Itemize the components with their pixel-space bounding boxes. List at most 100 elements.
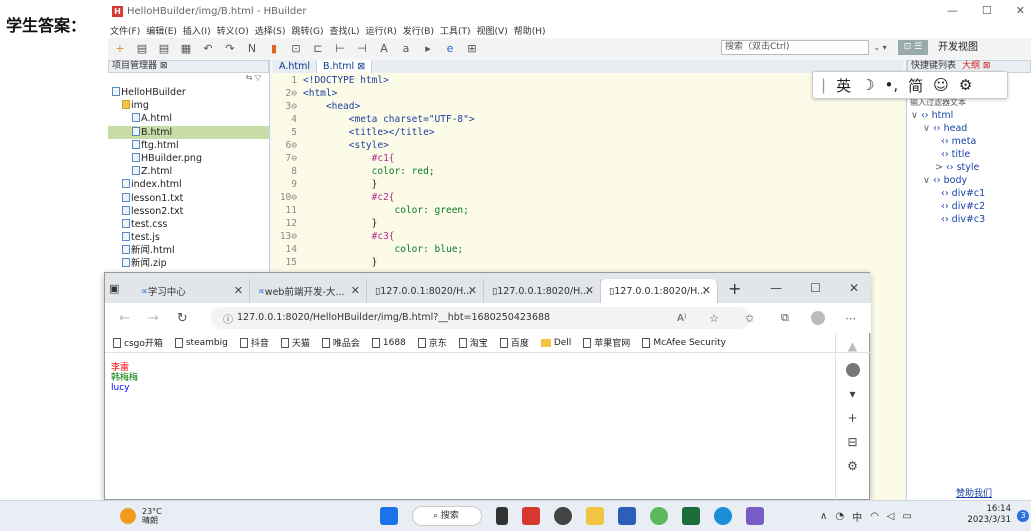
simplified-toggle[interactable]: 简 <box>908 75 923 96</box>
favorite-item[interactable]: Dell <box>540 338 571 348</box>
explorer-toolbar[interactable]: ⇆ ▽ <box>108 73 269 85</box>
save-icon[interactable]: ▤ <box>136 42 148 55</box>
format-icon[interactable]: N <box>246 42 258 55</box>
notification-badge[interactable]: 3 <box>1017 510 1029 522</box>
search-dropdown-icon[interactable]: ⌄ ▾ <box>870 40 890 55</box>
weather-widget[interactable]: 23°C 晴朗 <box>120 507 162 525</box>
favorite-item[interactable]: 唯品会 <box>321 336 360 349</box>
url-input[interactable]: 127.0.0.1:8020/HelloHBuilder/img/B.html?… <box>211 307 751 329</box>
tab-close-icon[interactable]: ✕ <box>585 284 594 297</box>
sidebar-app-icon[interactable] <box>845 363 860 377</box>
ime-handle[interactable]: | <box>821 76 826 94</box>
profile-avatar[interactable] <box>811 311 825 325</box>
taskbar-search[interactable]: ⌕ 搜索 <box>412 506 482 526</box>
browser-tab[interactable]: ▯ 127.0.0.1:8020/H... ✕ <box>484 279 601 303</box>
battery-icon[interactable]: ▭ <box>903 511 912 522</box>
menu-item[interactable]: 文件(F) <box>110 24 140 37</box>
file-tree-item[interactable]: lesson2.txt <box>108 205 269 218</box>
insert-icon[interactable]: ⊡ <box>290 42 302 55</box>
file-tree-item[interactable]: Z.html <box>108 165 269 178</box>
menu-item[interactable]: 选择(S) <box>255 24 286 37</box>
sidebar-settings-icon[interactable]: ⚙ <box>847 459 858 473</box>
new-file-icon[interactable]: + <box>114 42 126 55</box>
file-tree-item[interactable]: test.js <box>108 231 269 244</box>
editor-tab[interactable]: A.html <box>273 60 317 73</box>
dev-view-label[interactable]: 开发视图 <box>938 40 978 55</box>
windows-start-icon[interactable] <box>380 507 398 525</box>
moon-icon[interactable]: ☽ <box>861 76 874 94</box>
task-view-icon[interactable] <box>496 507 508 525</box>
pycharm-icon[interactable] <box>682 507 700 525</box>
font-smaller-icon[interactable]: a <box>400 42 412 55</box>
editor-tab[interactable]: B.html ⊠ <box>317 60 373 73</box>
favorite-item[interactable]: csgo开箱 <box>113 336 163 349</box>
run-icon[interactable]: ▸ <box>422 42 434 55</box>
settings-gear-icon[interactable]: ⚙ <box>959 76 972 94</box>
favorite-item[interactable]: 1688 <box>371 337 406 348</box>
browser-tab[interactable]: ∝ web前端开发-大... ✕ <box>250 279 367 303</box>
favorite-item[interactable]: 京东 <box>417 336 447 349</box>
sidebar-dropdown-icon[interactable]: ▾ <box>849 387 855 401</box>
file-tree-item[interactable]: ftg.html <box>108 139 269 152</box>
outline-item[interactable]: ‹› meta <box>907 135 1031 148</box>
code-area[interactable]: 1 <!DOCTYPE html> 2⊖ <html> 3⊖ <head> 4 <meta… <box>273 74 903 269</box>
menu-item[interactable]: 帮助(H) <box>514 24 546 37</box>
menu-item[interactable]: 工具(T) <box>440 24 471 37</box>
volume-icon[interactable]: ◁ <box>887 511 895 522</box>
outline-arrow-icon[interactable]: > <box>935 162 946 173</box>
tab-close-icon[interactable]: ✕ <box>468 284 477 297</box>
punctuation-toggle[interactable]: •, <box>885 76 899 94</box>
tab-close-icon[interactable]: ✕ <box>351 284 360 297</box>
refresh-icon[interactable]: ↻ <box>177 311 188 326</box>
split-icon[interactable]: ⊢ <box>334 42 346 55</box>
browser-tab[interactable]: ∝ 学习中心 ✕ <box>133 279 250 303</box>
favorite-item[interactable]: 苹果官网 <box>583 336 630 349</box>
tray-lang[interactable]: 中 <box>852 509 862 524</box>
file-tree-item[interactable]: index.html <box>108 178 269 191</box>
favorite-item[interactable]: 淘宝 <box>458 336 488 349</box>
outline-item[interactable]: > ‹› style <box>907 161 1031 174</box>
favorite-item[interactable]: 天猫 <box>280 336 310 349</box>
collections-icon[interactable]: ⧉ <box>781 311 789 325</box>
favorite-item[interactable]: 抖音 <box>239 336 269 349</box>
sidebar-up-icon[interactable]: ▲ <box>848 339 857 353</box>
outline-arrow-icon[interactable]: ∨ <box>923 123 933 134</box>
store-icon[interactable] <box>618 507 636 525</box>
more-menu-icon[interactable]: ⋯ <box>845 312 856 325</box>
favorite-item[interactable]: steambig <box>174 337 228 348</box>
menu-item[interactable]: 编辑(E) <box>146 24 177 37</box>
browser-run-icon[interactable]: e <box>444 42 456 55</box>
help-link[interactable]: 赞助我们 <box>956 486 992 499</box>
forward-icon[interactable]: → <box>148 311 159 326</box>
favorite-item[interactable]: 百度 <box>499 336 529 349</box>
comment-icon[interactable]: ⊣ <box>356 42 368 55</box>
new-tab-button[interactable]: + <box>728 279 741 298</box>
browser-preview-icon[interactable]: ⊏ <box>312 42 324 55</box>
outline-item[interactable]: ‹› title <box>907 148 1031 161</box>
tab-actions-icon[interactable]: ▣ <box>109 282 133 295</box>
undo-icon[interactable]: ↶ <box>202 42 214 55</box>
menu-item[interactable]: 发行(B) <box>403 24 434 37</box>
app-icon[interactable] <box>650 507 668 525</box>
sidebar-panel-icon[interactable]: ⊟ <box>847 435 857 449</box>
menu-item[interactable]: 跳转(G) <box>291 24 323 37</box>
ime-english-toggle[interactable]: 英 <box>836 75 851 96</box>
outline-arrow-icon[interactable]: ∨ <box>923 175 933 186</box>
emoji-icon[interactable]: ☺ <box>933 76 949 94</box>
file-tree-item[interactable]: img <box>108 99 269 112</box>
maximize-button[interactable]: ☐ <box>982 4 992 17</box>
sidebar-add-icon[interactable]: + <box>847 411 857 425</box>
menu-item[interactable]: 转义(O) <box>217 24 249 37</box>
file-tree-item[interactable]: B.html <box>108 125 269 139</box>
menu-item[interactable]: 插入(I) <box>183 24 211 37</box>
bookmark-icon[interactable]: ▮ <box>268 42 280 55</box>
menu-item[interactable]: 查找(L) <box>329 24 359 37</box>
hbuilder-taskbar-icon[interactable] <box>522 507 540 525</box>
font-larger-icon[interactable]: A <box>378 42 390 55</box>
browser-minimize-button[interactable]: — <box>770 281 782 295</box>
read-aloud-icon[interactable]: A⁾ <box>677 313 686 324</box>
clock[interactable]: 16:14 2023/3/31 <box>967 504 1011 526</box>
wifi-icon[interactable]: ◠ <box>870 511 879 522</box>
dell-icon[interactable] <box>554 507 572 525</box>
file-tree-item[interactable]: HBuilder.png <box>108 152 269 165</box>
